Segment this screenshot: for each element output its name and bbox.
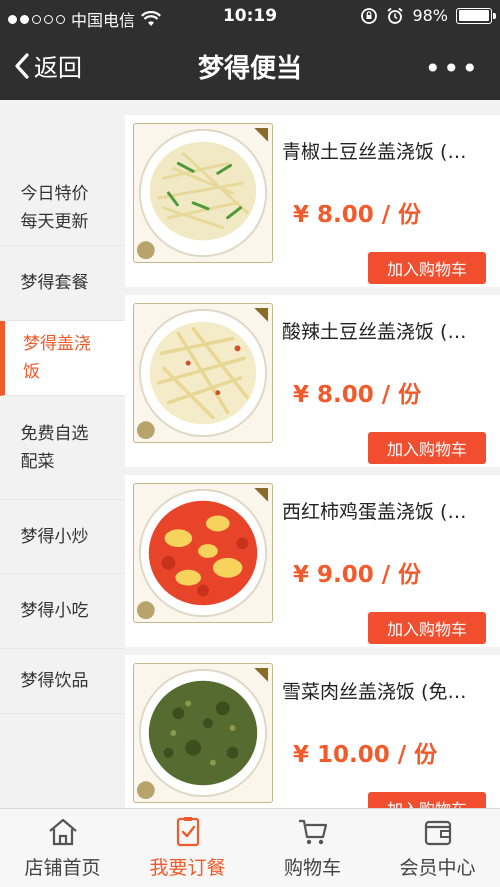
category-item-stir-fry[interactable]: 梦得小炒 (0, 500, 125, 574)
category-label: 今日特价每天更新 (20, 183, 89, 232)
product-image-spicy-potato[interactable] (133, 303, 273, 443)
category-sidebar: 今日特价每天更新 梦得套餐 梦得盖浇饭 免费自选配菜 梦得小炒 梦得小吃 梦得饮… (0, 100, 125, 808)
add-to-cart-button[interactable]: 加入购物车 (368, 612, 486, 644)
product-price: ¥ 10.00 / 份 (293, 742, 438, 768)
product-list[interactable]: 青椒土豆丝盖浇饭 (… ¥ 8.00 / 份 加入购物车 酸辣土豆丝盖浇饭 (… (125, 100, 500, 808)
order-icon (176, 817, 199, 847)
rotation-lock-icon (361, 7, 378, 24)
category-item-drinks[interactable]: 梦得饮品 (0, 649, 125, 714)
wallet-icon (424, 820, 451, 846)
back-label: 返回 (34, 54, 82, 82)
cart-icon (298, 819, 327, 845)
product-name[interactable]: 西红柿鸡蛋盖浇饭 (… (282, 497, 492, 524)
status-bar: 中国电信 10:19 98% (0, 0, 500, 34)
tab-label: 购物车 (283, 857, 341, 879)
category-item-rice-bowl[interactable]: 梦得盖浇饭 (0, 321, 125, 396)
product-price: ¥ 8.00 / 份 (293, 382, 422, 408)
product-name[interactable]: 青椒土豆丝盖浇饭 (… (282, 137, 492, 164)
add-to-cart-button[interactable]: 加入购物车 (368, 792, 486, 808)
category-item-daily-special[interactable]: 今日特价每天更新 (0, 170, 125, 246)
category-item-combo[interactable]: 梦得套餐 (0, 246, 125, 321)
tab-store-home[interactable]: 店铺首页 (0, 809, 125, 887)
home-icon (48, 818, 77, 846)
product-price: ¥ 9.00 / 份 (293, 562, 422, 588)
status-right: 98% (360, 6, 496, 25)
product-card[interactable]: 雪菜肉丝盖浇饭 (免… ¥ 10.00 / 份 加入购物车 (125, 655, 500, 808)
tab-label: 会员中心 (399, 857, 476, 879)
back-button[interactable]: 返回 (14, 48, 82, 83)
category-item-free-sides[interactable]: 免费自选配菜 (0, 396, 125, 500)
product-image-tomato-egg[interactable] (133, 483, 273, 623)
category-label: 免费自选配菜 (20, 423, 89, 472)
tab-cart[interactable]: 购物车 (250, 809, 375, 887)
alarm-icon (387, 7, 404, 24)
category-label: 梦得套餐 (20, 273, 89, 293)
chevron-left-icon (15, 52, 29, 79)
tab-label: 店铺首页 (24, 857, 101, 879)
bottom-tab-bar: 店铺首页 我要订餐 购物车 会员中心 (0, 808, 500, 887)
product-name[interactable]: 雪菜肉丝盖浇饭 (免… (282, 677, 492, 704)
product-card[interactable]: 酸辣土豆丝盖浇饭 (… ¥ 8.00 / 份 加入购物车 (125, 295, 500, 467)
product-image-pickled-greens-pork[interactable] (133, 663, 273, 803)
tab-label: 我要订餐 (149, 857, 226, 879)
battery-percent: 98% (412, 6, 448, 25)
product-price: ¥ 8.00 / 份 (293, 202, 422, 228)
category-label: 梦得小炒 (20, 526, 89, 547)
add-to-cart-button[interactable]: 加入购物车 (368, 432, 486, 464)
more-menu-icon[interactable]: ••• (424, 52, 480, 85)
category-label: 梦得小吃 (20, 601, 89, 621)
category-label: 梦得盖浇饭 (23, 334, 91, 382)
product-card[interactable]: 青椒土豆丝盖浇饭 (… ¥ 8.00 / 份 加入购物车 (125, 115, 500, 287)
battery-icon (456, 7, 496, 24)
tab-order[interactable]: 我要订餐 (125, 809, 250, 887)
product-name[interactable]: 酸辣土豆丝盖浇饭 (… (282, 317, 492, 344)
category-item-snacks[interactable]: 梦得小吃 (0, 574, 125, 649)
nav-bar: 返回 梦得便当 ••• (0, 34, 500, 100)
tab-member-center[interactable]: 会员中心 (375, 809, 500, 887)
category-label: 梦得饮品 (20, 671, 89, 691)
product-image-pepper-potato[interactable] (133, 123, 273, 263)
add-to-cart-button[interactable]: 加入购物车 (368, 252, 486, 284)
top-bar: 中国电信 10:19 98% 返回 梦得便当 ••• (0, 0, 500, 100)
product-card[interactable]: 西红柿鸡蛋盖浇饭 (… ¥ 9.00 / 份 加入购物车 (125, 475, 500, 647)
